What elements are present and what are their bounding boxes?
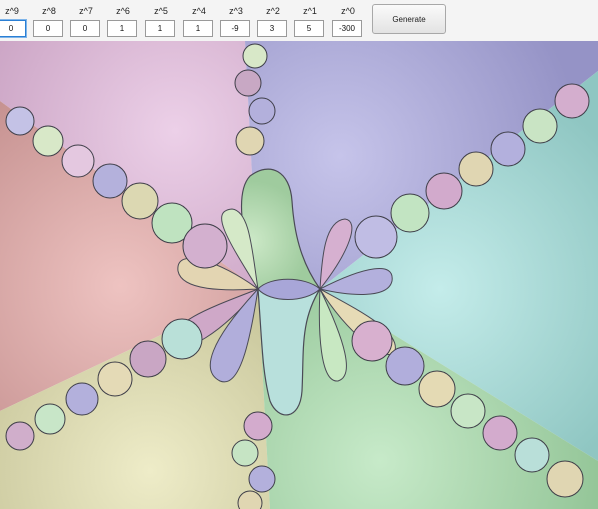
coef-z1-input[interactable] — [294, 20, 324, 37]
coef-z3-input[interactable] — [220, 20, 250, 37]
fractal-canvas — [0, 41, 598, 509]
coef-z7-input[interactable] — [70, 20, 100, 37]
coef-z4-input[interactable] — [183, 20, 213, 37]
coef-z0-input[interactable] — [332, 20, 362, 37]
coef-z5-input[interactable] — [145, 20, 175, 37]
generate-button[interactable]: Generate — [372, 4, 446, 34]
coef-z0-label: z^0 — [341, 6, 355, 16]
coef-z9-input[interactable] — [0, 20, 26, 37]
coef-z8-input[interactable] — [33, 20, 63, 37]
toolbar: z^9 z^8 z^7 z^6 z^5 z^4 z^3 z^2 z^1 z^0 … — [0, 0, 598, 41]
coef-z6-input[interactable] — [107, 20, 137, 37]
coef-z2-input[interactable] — [257, 20, 287, 37]
